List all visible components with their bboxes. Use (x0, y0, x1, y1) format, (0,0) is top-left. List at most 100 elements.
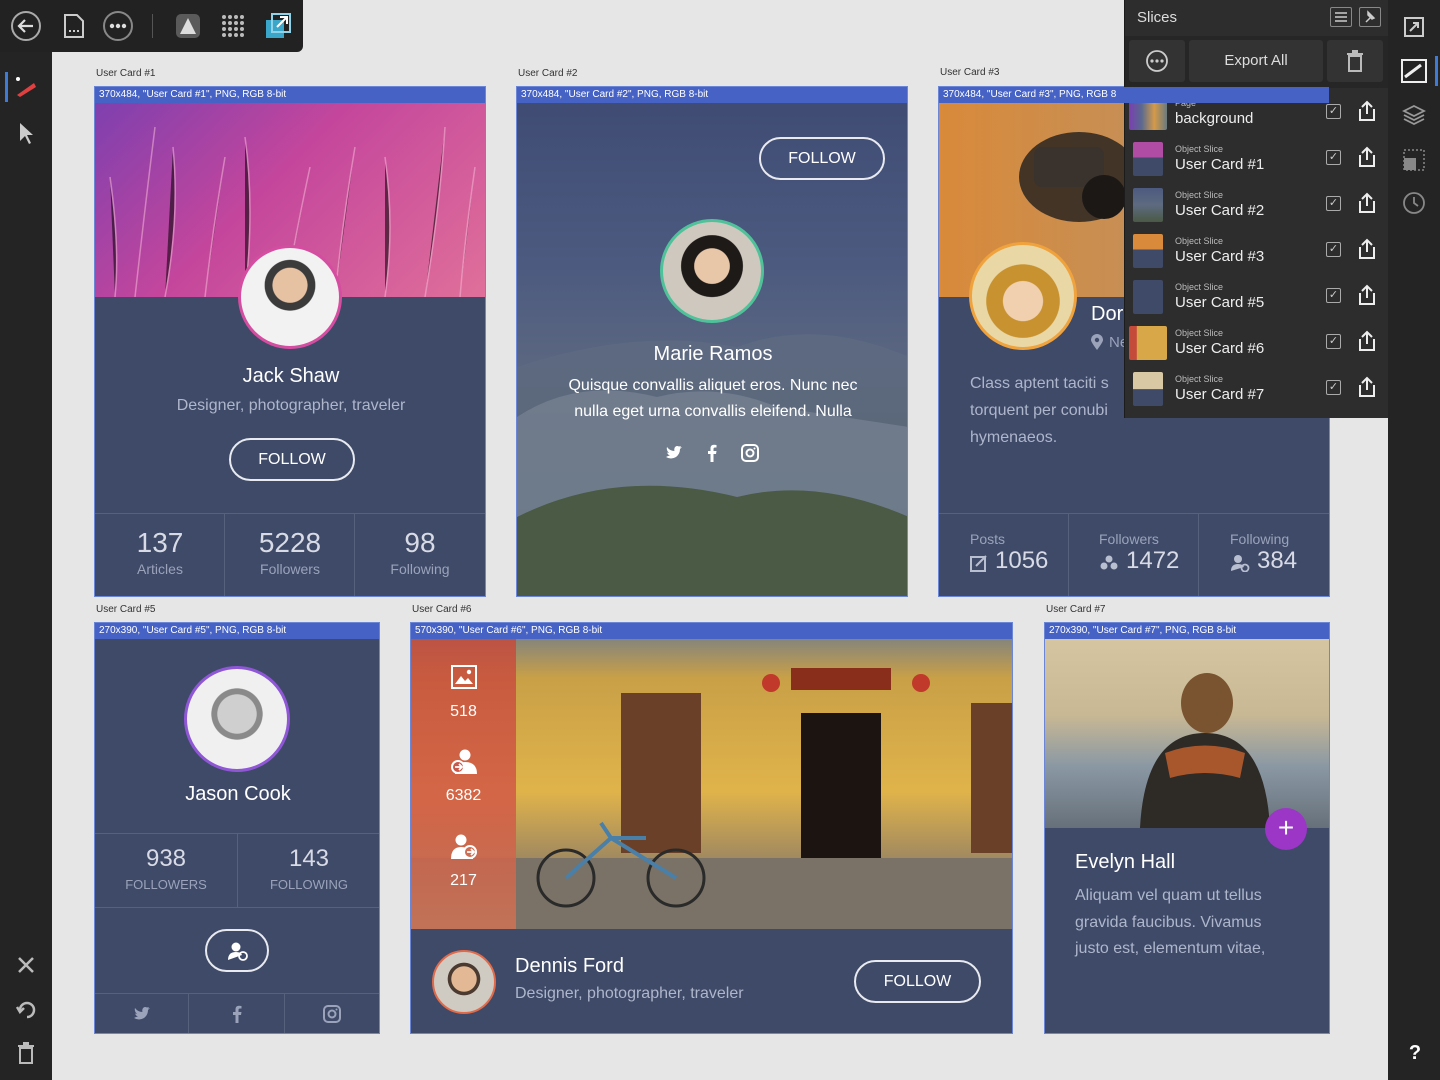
slice-row-user-card-7[interactable]: Object Slice User Card #7 ✓ (1125, 366, 1389, 412)
slice-thumbnail (1129, 326, 1167, 360)
slice-row-user-card-6[interactable]: Object Slice User Card #6 ✓ (1125, 320, 1389, 366)
card-1-stat-following: 98 (404, 527, 436, 558)
slice-tool-icon[interactable] (11, 72, 41, 102)
layers-icon[interactable] (1399, 100, 1429, 130)
edit-icon (970, 554, 988, 572)
card-5-stat-followers: 938 (145, 845, 187, 872)
twitter-icon[interactable] (133, 1006, 151, 1022)
followers-icon (449, 748, 479, 776)
card-2-text-line-1: Quisque convallis aliquet eros. Nunc nec (568, 377, 858, 394)
slice-name: User Card #5 (1175, 294, 1265, 311)
card-5-stat-following-label: FOLLOWING (269, 877, 348, 892)
trash-icon[interactable] (11, 1038, 41, 1068)
card-7-text-line-2: gravida faucibus. Vivamus (1075, 914, 1262, 931)
card-5-stat-following: 143 (288, 845, 330, 872)
document-icon[interactable] (59, 11, 89, 41)
export-icon[interactable] (1357, 100, 1377, 122)
instagram-icon[interactable] (323, 1005, 341, 1023)
transform-icon[interactable] (1399, 12, 1429, 42)
slice-row-user-card-3[interactable]: Object Slice User Card #3 ✓ (1125, 228, 1389, 274)
card-5-label: User Card #5 (96, 604, 156, 615)
slice-checkbox[interactable]: ✓ (1326, 104, 1341, 119)
slice-thumbnail (1133, 142, 1163, 176)
following-icon (1230, 554, 1250, 573)
user-card-5[interactable]: 270x390, "User Card #5", PNG, RGB 8-bit … (94, 622, 380, 1034)
card-1-stat-articles-label: Articles (137, 561, 183, 577)
slice-thumbnail (1133, 280, 1163, 314)
jason-cook-avatar (184, 666, 290, 772)
user-card-2[interactable]: 370x484, "User Card #2", PNG, RGB 8-bit … (516, 86, 908, 597)
card-2-mountain-image (517, 334, 907, 596)
export-icon[interactable] (1357, 330, 1377, 352)
delete-slice-button[interactable] (1327, 40, 1383, 82)
facebook-icon[interactable] (707, 444, 719, 462)
card-6-follow-button[interactable]: FOLLOW (854, 960, 981, 1003)
export-options-icon[interactable] (1399, 145, 1429, 175)
card-5-divider (95, 907, 379, 908)
card-7-label: User Card #7 (1046, 604, 1106, 615)
user-card-1[interactable]: 370x484, "User Card #1", PNG, RGB 8-bit … (94, 86, 486, 597)
add-button[interactable]: + (1265, 808, 1307, 850)
export-all-button[interactable]: Export All (1189, 40, 1323, 82)
slice-checkbox[interactable]: ✓ (1326, 150, 1341, 165)
slice-name: User Card #1 (1175, 156, 1265, 173)
pin-icon[interactable] (1359, 7, 1381, 27)
card-5-social-divider (284, 993, 285, 1033)
slice-checkbox[interactable]: ✓ (1326, 288, 1341, 303)
card-6-stat-following: 217 (450, 872, 477, 889)
move-tool-icon[interactable] (11, 118, 41, 148)
history-icon[interactable] (1399, 188, 1429, 218)
card-2-info: 370x484, "User Card #2", PNG, RGB 8-bit (517, 87, 907, 103)
card-3-stat-followers: 1472 (1126, 547, 1180, 574)
more-icon[interactable] (103, 11, 133, 41)
card-2-name: Marie Ramos (653, 343, 773, 365)
slice-checkbox[interactable]: ✓ (1326, 196, 1341, 211)
user-card-7[interactable]: 270x390, "User Card #7", PNG, RGB 8-bit … (1044, 622, 1330, 1034)
designer-persona-icon[interactable] (173, 11, 203, 41)
trash-icon (1347, 50, 1363, 72)
help-button[interactable]: ? (1405, 1042, 1425, 1066)
export-icon[interactable] (1357, 376, 1377, 398)
export-persona-icon[interactable] (263, 11, 293, 41)
card-2-follow-button[interactable]: FOLLOW (759, 137, 885, 180)
slice-checkbox[interactable]: ✓ (1326, 334, 1341, 349)
slice-row-user-card-2[interactable]: Object Slice User Card #2 ✓ (1125, 182, 1389, 228)
export-icon[interactable] (1357, 146, 1377, 168)
facebook-icon[interactable] (232, 1005, 242, 1023)
slice-name: User Card #3 (1175, 248, 1265, 265)
pixel-persona-icon[interactable] (218, 11, 248, 41)
card-3-stat-divider (1198, 513, 1199, 596)
undo-icon[interactable] (11, 994, 41, 1024)
card-1-stat-followers-label: Followers (260, 561, 320, 577)
slice-row-user-card-5[interactable]: Object Slice User Card #5 ✓ (1125, 274, 1389, 320)
slice-row-user-card-1[interactable]: Object Slice User Card #1 ✓ (1125, 136, 1389, 182)
slices-panel: Slices Export All Page background ✓ Obje… (1124, 0, 1389, 418)
export-icon[interactable] (1357, 238, 1377, 260)
card-3-stat-posts: 1056 (995, 547, 1049, 574)
export-icon[interactable] (1357, 284, 1377, 306)
slices-studio-icon[interactable] (1399, 56, 1429, 86)
slice-options-button[interactable] (1129, 40, 1185, 82)
active-tool-indicator (5, 72, 8, 102)
user-card-6[interactable]: 570x390, "User Card #6", PNG, RGB 8-bit … (410, 622, 1013, 1034)
slice-checkbox[interactable]: ✓ (1326, 242, 1341, 257)
card-1-follow-button[interactable]: FOLLOW (229, 438, 355, 481)
slice-thumbnail (1133, 234, 1163, 268)
card-5-info: 270x390, "User Card #5", PNG, RGB 8-bit (95, 623, 379, 639)
card-5-follow-button[interactable] (205, 929, 269, 972)
card-5-stat-followers-label: FOLLOWERS (125, 877, 207, 892)
card-7-name: Evelyn Hall (1075, 851, 1176, 873)
list-view-icon[interactable] (1330, 7, 1352, 27)
slice-name: User Card #6 (1175, 340, 1265, 357)
close-icon[interactable] (11, 950, 41, 980)
slice-name: User Card #7 (1175, 386, 1265, 403)
back-icon[interactable] (11, 11, 41, 41)
export-icon[interactable] (1357, 192, 1377, 214)
card-1-info: 370x484, "User Card #1", PNG, RGB 8-bit (95, 87, 485, 103)
card-6-name: Dennis Ford (515, 955, 624, 977)
followers-icon (1099, 554, 1119, 572)
twitter-icon[interactable] (665, 445, 685, 463)
slice-name: background (1175, 110, 1254, 127)
instagram-icon[interactable] (741, 444, 759, 462)
slice-checkbox[interactable]: ✓ (1326, 380, 1341, 395)
